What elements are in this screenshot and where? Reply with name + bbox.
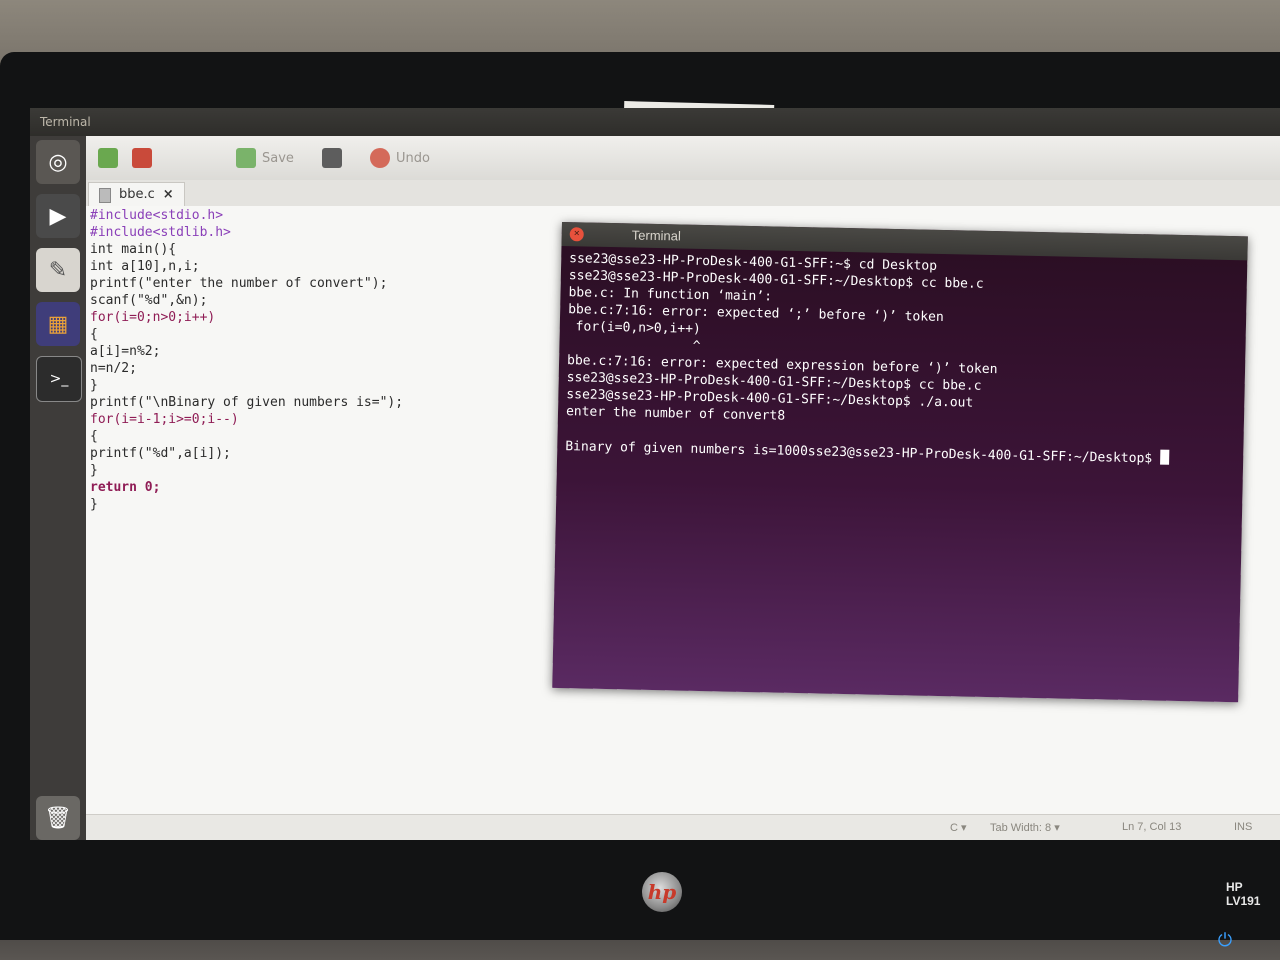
- software-center-icon[interactable]: ▦: [36, 302, 80, 346]
- window-title: Terminal: [40, 115, 91, 129]
- code-line: }: [90, 463, 98, 478]
- code-line: for(i=i-1;i>=0;i--): [90, 412, 239, 427]
- terminal-output[interactable]: sse23@sse23-HP-ProDesk-400-G1-SFF:~$ cd …: [557, 246, 1247, 472]
- tab-label: bbe.c: [119, 187, 155, 202]
- code-line: for(i=0;n>0;i++): [90, 310, 216, 325]
- undo-label: Undo: [396, 150, 430, 166]
- monitor-model-label: HP LV191: [1226, 880, 1261, 908]
- power-button-icon[interactable]: ⏻: [1214, 930, 1236, 952]
- text-editor-icon[interactable]: ✎: [36, 248, 80, 292]
- undo-button[interactable]: Undo: [370, 146, 430, 170]
- code-line: }: [90, 378, 98, 393]
- launcher: ◎ ▶ ✎ ▦ >_ 🗑: [30, 136, 86, 840]
- code-line: n=n/2;: [90, 361, 137, 376]
- terminal-title: Terminal: [631, 227, 682, 244]
- code-line: a[i]=n%2;: [90, 344, 161, 359]
- open-folder-icon: [132, 148, 152, 168]
- hp-logo: hp: [642, 872, 682, 912]
- status-bar: C ▾ Tab Width: 8 ▾ Ln 7, Col 13 INS: [86, 814, 1280, 840]
- save-button[interactable]: Save: [236, 146, 294, 170]
- new-file-button[interactable]: [98, 146, 118, 170]
- code-line: #include<stdio.h>: [90, 208, 224, 223]
- undo-icon: [370, 148, 390, 168]
- close-icon[interactable]: ×: [569, 227, 584, 242]
- language-selector[interactable]: C ▾: [950, 821, 967, 834]
- code-line: scanf("%d",&n);: [90, 293, 208, 308]
- insert-mode: INS: [1234, 821, 1253, 833]
- terminal-icon[interactable]: >_: [36, 356, 82, 402]
- file-icon: [99, 187, 111, 203]
- code-line: {: [90, 327, 98, 342]
- code-line: printf("enter the number of convert");: [90, 276, 388, 291]
- code-line: printf("%d",a[i]);: [90, 446, 231, 461]
- save-label: Save: [262, 150, 294, 166]
- code-line: return 0;: [90, 480, 161, 495]
- tab-bbe-c[interactable]: bbe.c ×: [88, 182, 185, 207]
- new-file-icon: [98, 148, 118, 168]
- cursor-position: Ln 7, Col 13: [1122, 821, 1182, 833]
- top-panel: Terminal: [30, 108, 1280, 136]
- print-button[interactable]: [322, 146, 342, 170]
- save-icon: [236, 148, 256, 168]
- close-tab-icon[interactable]: ×: [163, 183, 174, 207]
- trash-icon[interactable]: 🗑: [36, 796, 80, 840]
- tab-width-selector[interactable]: Tab Width: 8 ▾: [990, 821, 1060, 834]
- code-line: }: [90, 497, 98, 512]
- code-line: int a[10],n,i;: [90, 259, 200, 274]
- code-line: #include<stdlib.h>: [90, 225, 231, 240]
- ubuntu-logo-icon[interactable]: ◎: [36, 140, 80, 184]
- print-icon: [322, 148, 342, 168]
- tab-bar: bbe.c ×: [86, 180, 1280, 207]
- terminal-window[interactable]: × Terminal sse23@sse23-HP-ProDesk-400-G1…: [552, 222, 1248, 703]
- terminal-cursor: [1159, 449, 1170, 465]
- code-line: {: [90, 429, 98, 444]
- editor-toolbar: Save Undo: [86, 136, 1280, 181]
- media-player-icon[interactable]: ▶: [36, 194, 80, 238]
- code-line: printf("\nBinary of given numbers is=");: [90, 395, 404, 410]
- code-line: int main(){: [90, 242, 177, 257]
- open-file-button[interactable]: [132, 146, 152, 170]
